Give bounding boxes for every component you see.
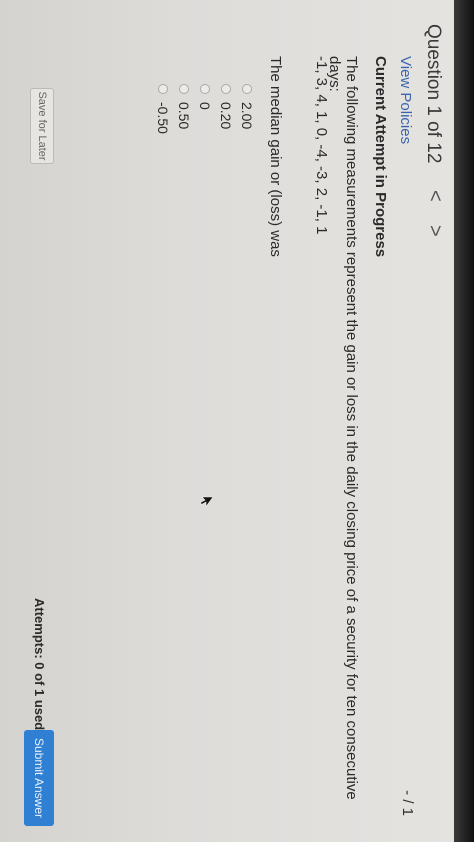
answer-option-label: -0.50 bbox=[155, 102, 172, 134]
view-policies-link[interactable]: View Policies bbox=[397, 56, 414, 144]
question-text: The following measurements represent the… bbox=[326, 56, 360, 800]
answer-option-label: 2.00 bbox=[239, 102, 256, 130]
question-counter: Question 1 of 12 bbox=[423, 24, 444, 164]
quiz-page: Question 1 of 12 < > - / 1 View Policies… bbox=[0, 0, 454, 842]
score-display: - / 1 bbox=[399, 790, 416, 816]
answer-option-label: 0.50 bbox=[176, 102, 193, 130]
attempts-counter: Attempts: 0 of 1 used bbox=[32, 598, 47, 731]
submit-answer-button[interactable]: Submit Answer bbox=[24, 730, 54, 826]
chevron-left-icon[interactable]: < bbox=[423, 190, 446, 202]
answer-option[interactable]: 0.50 bbox=[174, 84, 195, 134]
attempt-status: Current Attempt in Progress bbox=[372, 56, 389, 258]
radio-icon[interactable] bbox=[179, 84, 190, 94]
answer-option[interactable]: 0.20 bbox=[216, 84, 237, 134]
answer-option[interactable]: 2.00 bbox=[237, 84, 258, 134]
radio-icon[interactable] bbox=[200, 84, 211, 94]
answer-option[interactable]: 0 bbox=[195, 84, 216, 134]
save-for-later-button[interactable]: Save for Later bbox=[30, 88, 54, 164]
question-data: -1, 3, 4, 1, 0, -4, -3, 2, -1, 1 bbox=[313, 56, 330, 235]
answer-options: 2.00 0.20 0 0.50 -0.50 bbox=[153, 84, 258, 134]
radio-icon[interactable] bbox=[242, 84, 253, 94]
chevron-right-icon[interactable]: > bbox=[423, 225, 446, 237]
answer-option[interactable]: -0.50 bbox=[153, 84, 174, 134]
answer-option-label: 0 bbox=[197, 102, 214, 110]
radio-icon[interactable] bbox=[221, 84, 232, 94]
photo-edge bbox=[454, 0, 474, 842]
radio-icon[interactable] bbox=[158, 84, 169, 94]
answer-option-label: 0.20 bbox=[218, 102, 235, 130]
question-prompt: The median gain or (loss) was bbox=[267, 56, 284, 257]
mouse-pointer-icon bbox=[200, 496, 214, 508]
